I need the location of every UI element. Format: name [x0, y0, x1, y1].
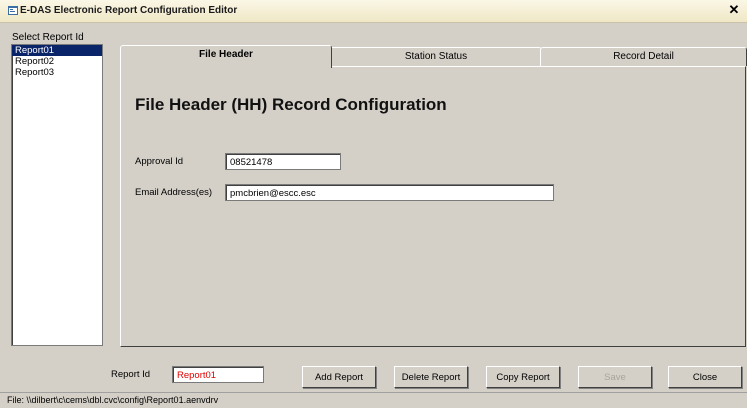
window-title: E-DAS Electronic Report Configuration Ed… — [20, 5, 238, 16]
report-list-item[interactable]: Report03 — [12, 67, 102, 78]
tab-strip: File Header Station Status Record Detail — [120, 45, 747, 68]
approval-id-label: Approval Id — [135, 156, 184, 167]
close-icon[interactable]: ✕ — [727, 3, 741, 17]
select-report-label: Select Report Id — [12, 32, 84, 43]
tab-station-status[interactable]: Station Status — [330, 47, 542, 66]
email-label: Email Address(es) — [135, 187, 213, 198]
panel-title: File Header (HH) Record Configuration — [135, 95, 447, 114]
title-bar: E-DAS Electronic Report Configuration Ed… — [0, 0, 747, 23]
report-id-label: Report Id — [111, 369, 151, 380]
add-report-button[interactable]: Add Report — [302, 366, 376, 388]
tab-record-detail[interactable]: Record Detail — [540, 47, 747, 66]
email-field[interactable]: pmcbrien@escc.esc — [225, 184, 554, 201]
report-id-field[interactable]: Report01 — [172, 366, 264, 383]
status-bar: File: \\dilbert\c\cems\dbl.cvc\config\Re… — [0, 392, 747, 408]
approval-id-field[interactable]: 08521478 — [225, 153, 341, 170]
file-path-status: File: \\dilbert\c\cems\dbl.cvc\config\Re… — [7, 395, 219, 405]
file-header-panel: File Header (HH) Record Configuration Ap… — [120, 66, 746, 347]
copy-report-button[interactable]: Copy Report — [486, 366, 560, 388]
app-icon — [8, 6, 18, 15]
report-list[interactable]: Report01 Report02 Report03 — [11, 44, 103, 346]
close-button[interactable]: Close — [668, 366, 742, 388]
report-list-item[interactable]: Report02 — [12, 56, 102, 67]
save-button[interactable]: Save — [578, 366, 652, 388]
report-list-item[interactable]: Report01 — [12, 45, 102, 56]
delete-report-button[interactable]: Delete Report — [394, 366, 468, 388]
tab-file-header[interactable]: File Header — [120, 45, 332, 68]
